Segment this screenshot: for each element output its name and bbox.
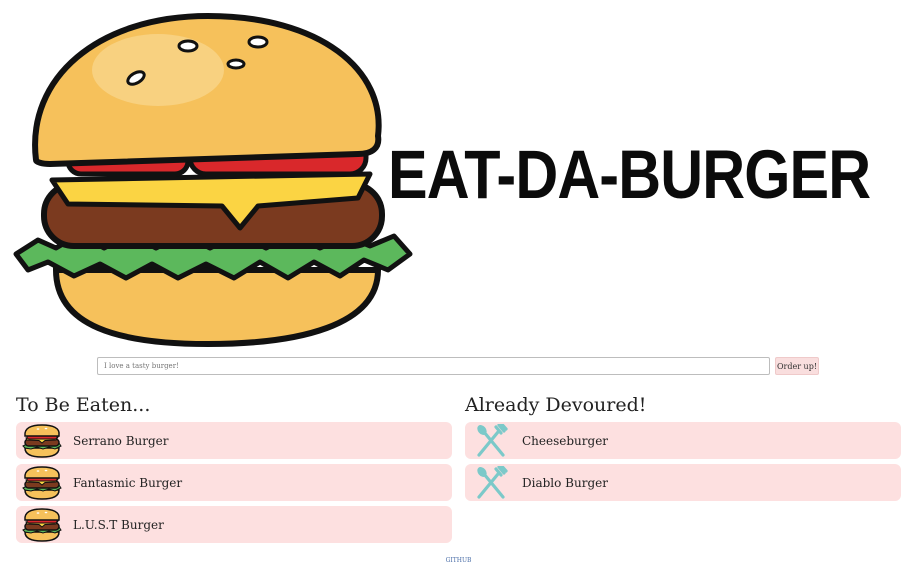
hero-banner: EAT-DA-BURGER bbox=[0, 0, 917, 350]
list-item-label: Diablo Burger bbox=[522, 475, 608, 490]
to-be-eaten-section: To Be Eaten... Serrano Burger Fantasmic … bbox=[16, 394, 452, 548]
order-form: Order up! bbox=[97, 357, 822, 375]
burger-icon bbox=[22, 423, 62, 458]
burger-logo-icon bbox=[13, 12, 413, 348]
devoured-section: Already Devoured! Cheeseburger Diablo Bu… bbox=[465, 394, 901, 506]
github-link[interactable]: GITHUB bbox=[0, 557, 917, 564]
to-be-eaten-heading: To Be Eaten... bbox=[16, 394, 151, 416]
order-up-button[interactable]: Order up! bbox=[775, 357, 819, 375]
devoured-heading: Already Devoured! bbox=[465, 394, 647, 416]
list-item-label: L.U.S.T Burger bbox=[73, 517, 164, 532]
list-item: Diablo Burger bbox=[465, 464, 901, 501]
fork-spoon-icon bbox=[477, 423, 508, 457]
list-item-label: Cheeseburger bbox=[522, 433, 609, 448]
burger-icon bbox=[22, 465, 62, 500]
list-item[interactable]: Fantasmic Burger bbox=[16, 464, 452, 501]
burger-name-input[interactable] bbox=[97, 357, 770, 375]
fork-spoon-icon bbox=[477, 465, 508, 499]
list-item-label: Fantasmic Burger bbox=[73, 475, 183, 490]
burger-icon bbox=[22, 507, 62, 542]
page-title: EAT-DA-BURGER bbox=[388, 136, 871, 213]
list-item: Cheeseburger bbox=[465, 422, 901, 459]
list-item-label: Serrano Burger bbox=[73, 433, 169, 448]
list-item[interactable]: Serrano Burger bbox=[16, 422, 452, 459]
list-item[interactable]: L.U.S.T Burger bbox=[16, 506, 452, 543]
